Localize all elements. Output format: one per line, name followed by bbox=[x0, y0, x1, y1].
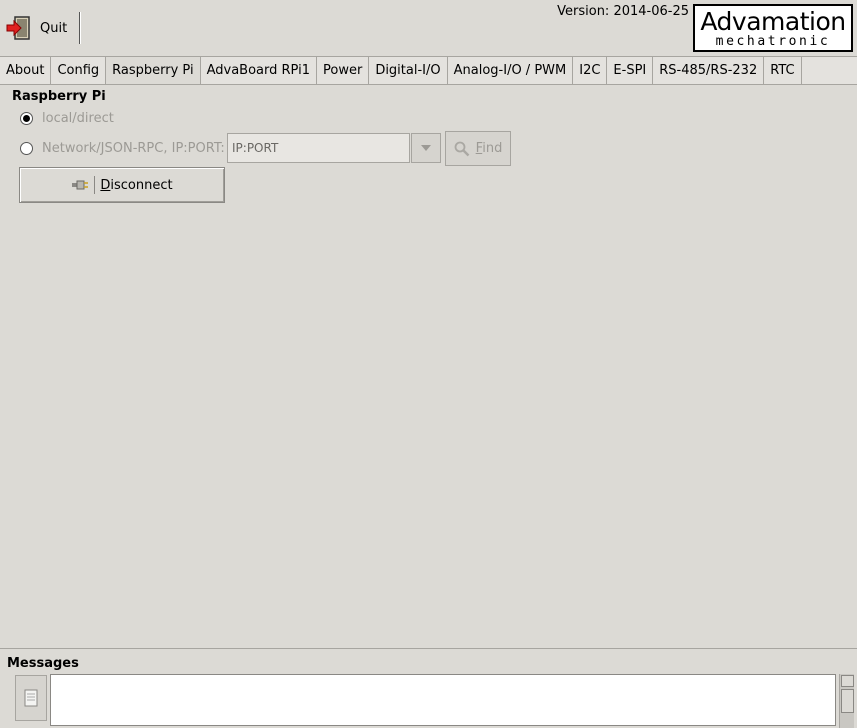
exit-door-icon bbox=[6, 16, 30, 40]
plug-icon bbox=[72, 180, 89, 190]
tab-power[interactable]: Power bbox=[317, 57, 370, 84]
tab-config[interactable]: Config bbox=[51, 57, 107, 84]
radio-network-row[interactable]: Network/JSON-RPC, IP:PORT: bbox=[20, 141, 225, 156]
messages-divider bbox=[0, 648, 857, 649]
advamation-logo: Advamation mechatronic bbox=[693, 4, 853, 52]
find-label: Find bbox=[476, 141, 503, 156]
disconnect-mnemonic: D bbox=[100, 177, 111, 193]
radio-network[interactable] bbox=[20, 142, 33, 155]
radio-network-label: Network/JSON-RPC, IP:PORT: bbox=[42, 141, 225, 156]
messages-title: Messages bbox=[7, 656, 79, 671]
logo-sub-text: mechatronic bbox=[715, 34, 831, 49]
panel-title: Raspberry Pi bbox=[12, 89, 106, 104]
tab-advaboard-rpi1[interactable]: AdvaBoard RPi1 bbox=[201, 57, 317, 84]
tab-about[interactable]: About bbox=[0, 57, 52, 84]
radio-local[interactable] bbox=[20, 112, 33, 125]
messages-clear-button[interactable] bbox=[15, 675, 47, 721]
document-icon bbox=[24, 689, 38, 707]
ip-port-input[interactable]: IP:PORT bbox=[227, 133, 410, 163]
messages-textarea[interactable] bbox=[50, 674, 836, 726]
tab-e-spi[interactable]: E-SPI bbox=[607, 57, 654, 84]
quit-button[interactable]: Quit bbox=[6, 10, 67, 46]
ip-dropdown-button[interactable] bbox=[411, 133, 441, 163]
find-button[interactable]: Find bbox=[445, 131, 511, 166]
radio-local-row[interactable]: local/direct bbox=[20, 111, 114, 126]
toolbar: Quit Version: 2014-06-25 Advamation mech… bbox=[0, 0, 857, 55]
tab-i2c[interactable]: I2C bbox=[573, 57, 608, 84]
magnifier-icon bbox=[454, 141, 470, 156]
tab-bar: About Config Raspberry Pi AdvaBoard RPi1… bbox=[0, 56, 857, 85]
button-separator bbox=[94, 176, 96, 194]
find-label-rest: ind bbox=[482, 141, 503, 156]
tab-rtc[interactable]: RTC bbox=[764, 57, 802, 84]
tab-raspberry-pi[interactable]: Raspberry Pi bbox=[106, 57, 201, 84]
version-label: Version: 2014-06-25 bbox=[557, 4, 689, 19]
disconnect-button[interactable]: Disconnect bbox=[19, 167, 225, 203]
scroll-up-arrow[interactable] bbox=[840, 675, 854, 687]
scrollbar-thumb[interactable] bbox=[840, 689, 854, 713]
toolbar-separator bbox=[79, 12, 80, 44]
tab-digital-io[interactable]: Digital-I/O bbox=[369, 57, 448, 84]
disconnect-label: Disconnect bbox=[100, 178, 172, 193]
radio-local-label: local/direct bbox=[42, 111, 114, 126]
disconnect-label-rest: isconnect bbox=[110, 177, 173, 193]
tab-analog-io-pwm[interactable]: Analog-I/O / PWM bbox=[448, 57, 574, 84]
quit-label: Quit bbox=[40, 20, 68, 36]
messages-scrollbar[interactable] bbox=[839, 674, 854, 728]
chevron-down-icon bbox=[421, 145, 431, 151]
tab-rs485-rs232[interactable]: RS-485/RS-232 bbox=[653, 57, 765, 84]
